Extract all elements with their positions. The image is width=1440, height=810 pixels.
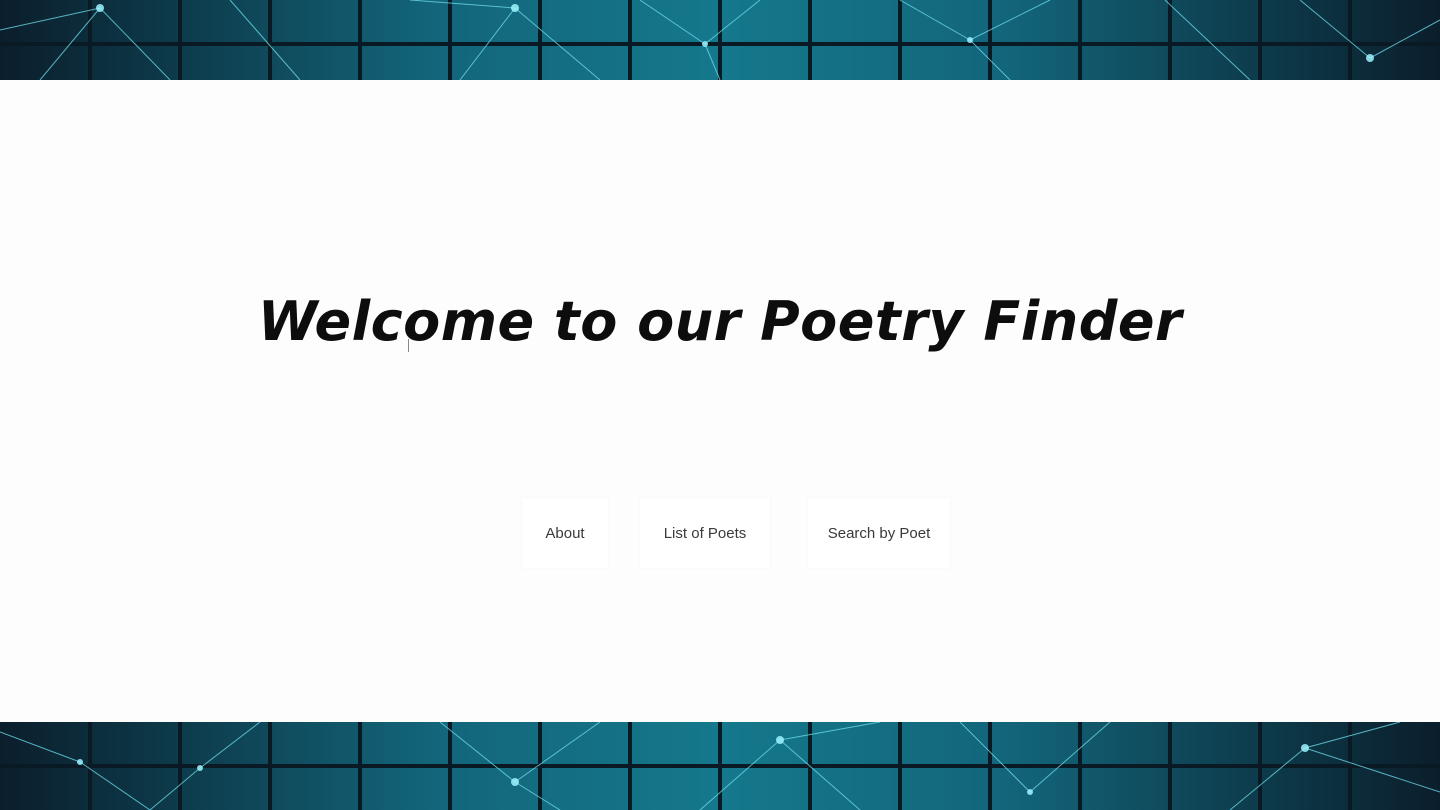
main-navigation: About List of Poets Search by Poet [0,498,1440,568]
network-pattern-top [0,0,1440,80]
page: Welcome to our Poetry Finder About List … [0,0,1440,810]
top-decorative-banner [0,0,1440,80]
text-cursor-icon [408,339,409,352]
main-content: Welcome to our Poetry Finder About List … [0,80,1440,722]
nav-button-list-of-poets[interactable]: List of Poets [640,498,770,568]
nav-button-about[interactable]: About [522,498,608,568]
network-pattern-bottom [0,722,1440,810]
bottom-decorative-banner [0,722,1440,810]
page-title: Welcome to our Poetry Finder [257,290,1183,353]
nav-button-search-by-poet[interactable]: Search by Poet [808,498,950,568]
